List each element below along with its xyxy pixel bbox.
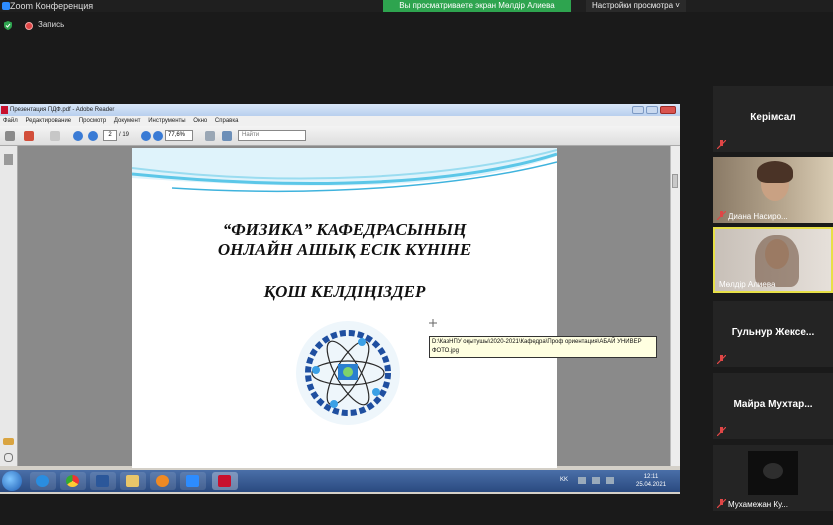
pages-panel-icon[interactable]: [4, 154, 13, 165]
share-banner: Вы просматриваете экран Мөлдір Алиева: [383, 0, 571, 12]
participant-video-face: [763, 463, 783, 479]
view-options-button[interactable]: Настройки просмотра ˅: [586, 0, 686, 12]
menu-edit[interactable]: Редактирование: [25, 118, 71, 124]
zoom-window: Zoom Конференция Вы просматриваете экран…: [0, 0, 833, 525]
clock-time: 12:11: [643, 474, 659, 480]
language-indicator[interactable]: KK: [560, 477, 568, 483]
participant-name: Керімсал: [750, 112, 796, 123]
participant-name: Гульнур Жексе...: [731, 327, 815, 338]
slide-wave-decoration: [132, 148, 557, 192]
ie-icon: [36, 475, 49, 487]
menu-window[interactable]: Окно: [193, 118, 207, 124]
tray-clock[interactable]: 12:11 25.04.2021: [636, 473, 666, 489]
participant-name: Диана Насиро...: [728, 212, 788, 221]
tray-power-icon[interactable]: [606, 477, 614, 484]
taskbar-word[interactable]: [90, 472, 116, 490]
reader-window-title: Презентация ПДФ.pdf - Adobe Reader: [10, 107, 115, 113]
fit-page-icon[interactable]: [205, 131, 215, 141]
shield-icon[interactable]: [4, 21, 12, 30]
menu-file[interactable]: Файл: [3, 118, 18, 124]
presentation-slide: “ФИЗИКА” КАФЕДРАСЫНЫҢ ОНЛАЙН АШЫҚ ЕСІК К…: [132, 148, 557, 468]
record-icon: [25, 22, 33, 30]
tray-network-icon[interactable]: [578, 477, 586, 484]
participant-name: Мухамежан Ку...: [728, 500, 788, 509]
record-label[interactable]: Запись: [38, 20, 64, 29]
file-path-tooltip: D:\КазНПУ оқытушы\2020-2021\Кафедра\Проф…: [429, 336, 657, 358]
scrollbar-thumb[interactable]: [672, 174, 678, 188]
physics-atom-emblem: [296, 321, 400, 425]
tray-volume-icon[interactable]: [592, 477, 600, 484]
menu-view[interactable]: Просмотр: [79, 118, 106, 124]
mic-muted-icon: [717, 211, 726, 220]
zoom-out-icon[interactable]: [141, 131, 151, 141]
back-icon[interactable]: [50, 131, 60, 141]
participant-tile[interactable]: Диана Насиро...: [713, 157, 833, 223]
start-button[interactable]: [2, 471, 22, 491]
reader-menubar: Файл Редактирование Просмотр Документ Ин…: [0, 116, 680, 126]
participant-tile[interactable]: Мухамежан Ку...: [713, 445, 833, 511]
page-number-input[interactable]: 2: [103, 130, 117, 141]
page-total: / 19: [119, 132, 130, 138]
move-cursor-icon: [429, 319, 437, 327]
mic-muted-icon: [717, 355, 726, 364]
window-title: Zoom Конференция: [10, 1, 94, 11]
vertical-scrollbar[interactable]: [670, 146, 680, 466]
chevron-down-icon: ˅: [675, 1, 680, 10]
attachment-icon[interactable]: [4, 453, 13, 462]
folder-icon: [126, 475, 139, 487]
clock-date: 25.04.2021: [636, 482, 667, 488]
mic-muted-icon: [717, 499, 726, 508]
menu-document[interactable]: Документ: [114, 118, 141, 124]
taskbar-ie[interactable]: [30, 472, 56, 490]
zoom-app-icon: [2, 2, 10, 10]
word-icon: [96, 475, 109, 487]
taskbar-chrome[interactable]: [60, 472, 86, 490]
taskbar-acrobat[interactable]: [212, 472, 238, 490]
reader-toolbar: [0, 126, 680, 146]
taskbar-explorer[interactable]: [120, 472, 146, 490]
slide-title: “ФИЗИКА” КАФЕДРАСЫНЫҢ ОНЛАЙН АШЫҚ ЕСІК К…: [132, 220, 557, 260]
next-page-icon[interactable]: [88, 131, 98, 141]
participant-name: Мөлдір Алиева: [719, 280, 776, 289]
menu-tools[interactable]: Инструменты: [148, 118, 185, 124]
comment-icon[interactable]: [3, 438, 14, 445]
zoom-in-icon[interactable]: [153, 131, 163, 141]
fit-width-icon[interactable]: [222, 131, 232, 141]
participant-tile[interactable]: Керімсал: [713, 86, 833, 152]
find-input[interactable]: Найти: [238, 130, 306, 141]
slide-title-line1: “ФИЗИКА” КАФЕДРАСЫНЫҢ: [222, 220, 467, 239]
share-icon[interactable]: [24, 131, 34, 141]
slide-welcome: ҚОШ КЕЛДІҢІЗДЕР: [263, 282, 426, 301]
participants-panel: Керімсал Диана Насиро... Мөлдір Алиева Г…: [713, 86, 833, 525]
slide-title-line2: ОНЛАЙН АШЫҚ ЕСІК КҮНІНЕ: [217, 240, 472, 259]
zoom-taskbar-icon: [186, 475, 199, 487]
menu-help[interactable]: Справка: [215, 118, 239, 124]
taskbar-zoom[interactable]: [180, 472, 206, 490]
reader-titlebar: Презентация ПДФ.pdf - Adobe Reader: [0, 104, 680, 116]
mic-muted-icon: [717, 427, 726, 436]
reader-side-panel: [0, 146, 18, 466]
participant-tile[interactable]: Гульнур Жексе...: [713, 301, 833, 367]
taskbar-media[interactable]: [150, 472, 176, 490]
acrobat-icon: [218, 475, 231, 487]
view-options-label: Настройки просмотра: [592, 1, 674, 10]
participant-video-hair: [757, 161, 793, 183]
minimize-button[interactable]: [632, 106, 644, 114]
zoom-level-select[interactable]: 77,6%: [165, 130, 193, 141]
participant-tile-active[interactable]: Мөлдір Алиева: [713, 227, 833, 293]
participant-name: Майра Мухтар...: [733, 399, 813, 410]
print-icon[interactable]: [5, 131, 15, 141]
chrome-icon: [66, 475, 79, 487]
pdf-icon: [1, 106, 8, 114]
participant-tile[interactable]: Майра Мухтар...: [713, 373, 833, 439]
windows-taskbar: KK 12:11 25.04.2021: [0, 470, 680, 492]
previous-page-icon[interactable]: [73, 131, 83, 141]
mic-muted-icon: [717, 140, 726, 149]
media-player-icon: [156, 475, 169, 487]
close-button[interactable]: [660, 106, 676, 114]
maximize-button[interactable]: [646, 106, 658, 114]
